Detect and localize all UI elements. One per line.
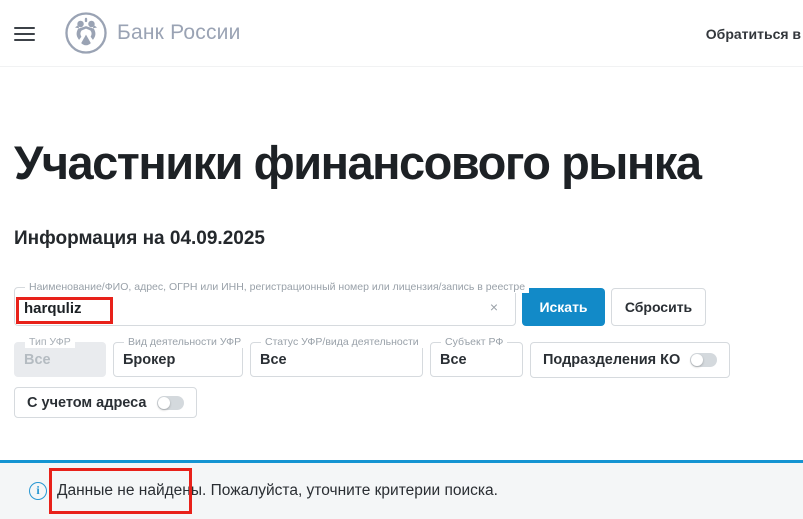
brand-name: Банк России (117, 21, 241, 45)
search-row: Наименование/ФИО, адрес, ОГРН или ИНН, р… (14, 287, 789, 326)
contact-bank-link[interactable]: Обратиться в Б (706, 26, 803, 42)
notice-text: Данные не найдены. Пожалуйста, уточните … (57, 482, 498, 500)
filter-subject-rf-label: Субъект РФ (441, 337, 507, 348)
filter-status-ufr-label: Статус УФР/вида деятельности (261, 337, 423, 348)
header: Банк России Обратиться в Б (0, 0, 803, 67)
address-row: С учетом адреса (14, 387, 789, 418)
bank-of-russia-logo[interactable]: Банк России (65, 12, 241, 54)
search-button[interactable]: Искать (522, 288, 605, 326)
search-field[interactable]: Наименование/ФИО, адрес, ОГРН или ИНН, р… (14, 287, 516, 326)
menu-icon[interactable] (14, 23, 35, 45)
filter-status-ufr[interactable]: Статус УФР/вида деятельности Все (250, 342, 423, 377)
notice-rest: Пожалуйста, уточните критерии поиска. (206, 482, 498, 499)
main-content: Участники финансового рынка Информация н… (0, 139, 803, 418)
toggle-divisions-ko-label: Подразделения КО (543, 352, 680, 368)
page-title: Участники финансового рынка (14, 139, 789, 186)
toggle-switch-icon[interactable] (157, 396, 184, 410)
bank-eagle-icon (65, 12, 107, 54)
toggle-with-address-label: С учетом адреса (27, 395, 147, 411)
no-results-notice: i Данные не найдены. Пожалуйста, уточнит… (0, 460, 803, 519)
filter-activity-ufr[interactable]: Вид деятельности УФР Брокер (113, 342, 243, 377)
reset-button[interactable]: Сбросить (611, 288, 706, 326)
filter-tip-ufr: Тип УФР Все (14, 342, 106, 377)
notice-highlight: Данные не найдены. (57, 482, 206, 499)
clear-icon[interactable]: × (490, 300, 498, 314)
toggle-with-address[interactable]: С учетом адреса (14, 387, 197, 418)
filter-subject-rf[interactable]: Субъект РФ Все (430, 342, 523, 377)
filter-activity-ufr-label: Вид деятельности УФР (124, 337, 245, 348)
filters-row: Тип УФР Все Вид деятельности УФР Брокер … (14, 342, 789, 378)
filter-tip-ufr-label: Тип УФР (25, 337, 75, 348)
search-input[interactable] (15, 288, 455, 325)
info-circle-icon: i (29, 482, 47, 500)
toggle-divisions-ko[interactable]: Подразделения КО (530, 342, 730, 378)
toggle-switch-icon[interactable] (690, 353, 717, 367)
search-form: Наименование/ФИО, адрес, ОГРН или ИНН, р… (14, 287, 789, 418)
search-field-label: Наименование/ФИО, адрес, ОГРН или ИНН, р… (25, 282, 529, 293)
info-date: Информация на 04.09.2025 (14, 228, 789, 250)
